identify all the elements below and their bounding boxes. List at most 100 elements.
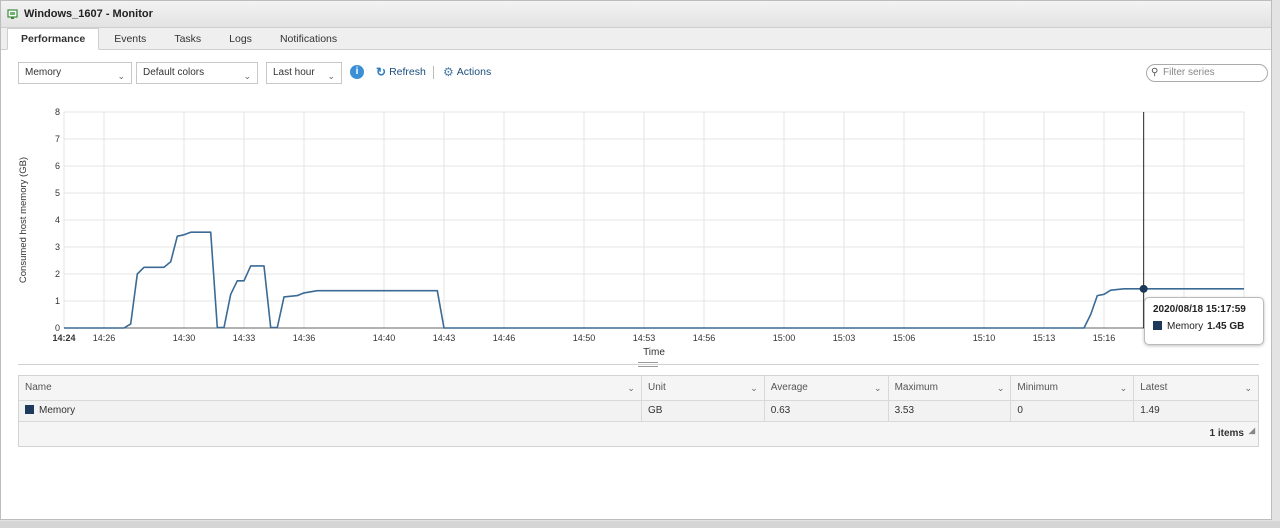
chevron-down-icon: ⌄ [874, 383, 882, 393]
column-header-latest[interactable]: Latest ⌄ [1134, 376, 1258, 400]
refresh-icon: ↻ [376, 65, 387, 80]
actions-label: Actions [456, 66, 492, 78]
tab-logs[interactable]: Logs [216, 29, 265, 49]
column-label: Latest [1140, 382, 1168, 393]
column-label: Unit [647, 382, 666, 393]
x-tick-label: 14:43 [433, 333, 456, 343]
tab-notifications[interactable]: Notifications [267, 29, 350, 49]
x-tick-label: 14:40 [373, 333, 396, 343]
chevron-down-icon: ⌄ [627, 383, 635, 393]
actions-button[interactable]: ⚙ Actions [443, 64, 491, 80]
period-dropdown[interactable]: Last hour ⌄ [266, 62, 342, 84]
chevron-down-icon: ⌄ [117, 71, 125, 81]
x-tick-label: 15:06 [893, 333, 916, 343]
toolbar-separator [433, 66, 434, 79]
chevron-down-icon: ⌄ [1119, 383, 1128, 393]
chevron-down-icon: ⌄ [1244, 383, 1253, 393]
chevron-down-icon: ⌄ [327, 71, 335, 81]
x-tick-label: 14:56 [693, 333, 716, 343]
table-row[interactable]: Memory GB 0.63 3.53 0 1.49 [19, 401, 1258, 422]
metric-dropdown-value: Memory [25, 67, 62, 78]
cell-average: 0.63 [765, 401, 889, 421]
x-tick-label: 15:16 [1093, 333, 1116, 343]
search-icon: ⚲ [1151, 67, 1159, 78]
colors-dropdown[interactable]: Default colors ⌄ [136, 62, 258, 84]
tooltip-row: Memory 1.45 GB [1153, 321, 1255, 332]
x-tick-label: 14:46 [493, 333, 516, 343]
x-tick-label: 14:36 [293, 333, 316, 343]
cell-maximum: 3.53 [889, 401, 1012, 421]
cell-unit: GB [642, 401, 765, 421]
window-title: Windows_1607 - Monitor [24, 8, 153, 20]
series-table: Name ⌄ Unit ⌄ Average ⌄ Maximum ⌄ Minimum ⌄ L… [18, 375, 1259, 447]
y-tick-label: 2 [55, 269, 60, 279]
x-axis-label: Time [643, 347, 665, 358]
resize-grip-icon[interactable]: ◢ [1249, 419, 1255, 443]
y-tick-label: 3 [55, 242, 60, 252]
column-header-maximum[interactable]: Maximum ⌄ [889, 376, 1012, 400]
column-header-unit[interactable]: Unit ⌄ [642, 376, 765, 400]
refresh-label: Refresh [389, 66, 426, 78]
memory-chart: 0 1 2 3 4 5 6 7 8 14:24 14:26 14:30 14:33 14:36 14:40 1… [18, 107, 1255, 358]
tooltip-series: Memory [1167, 321, 1204, 332]
gear-icon: ⚙ [443, 65, 454, 80]
tab-bar: Performance Events Tasks Logs Notificati… [1, 28, 1271, 50]
chevron-down-icon: ⌄ [243, 71, 251, 81]
tab-events[interactable]: Events [101, 29, 159, 49]
x-tick-label: 14:26 [93, 333, 116, 343]
series-swatch [25, 405, 34, 414]
colors-dropdown-value: Default colors [143, 67, 205, 78]
tooltip-value: 1.45 GB [1207, 321, 1245, 332]
chevron-down-icon: ⌄ [750, 383, 758, 393]
metric-dropdown[interactable]: Memory ⌄ [18, 62, 132, 84]
y-tick-label: 7 [55, 134, 60, 144]
tab-performance[interactable]: Performance [7, 28, 100, 50]
series-swatch [1153, 321, 1162, 330]
x-tick-label: 15:03 [833, 333, 856, 343]
info-icon[interactable]: i [350, 65, 364, 79]
x-tick-label: 15:13 [1033, 333, 1056, 343]
tab-tasks[interactable]: Tasks [161, 29, 214, 49]
splitter-grip-icon[interactable] [638, 362, 658, 367]
table-header: Name ⌄ Unit ⌄ Average ⌄ Maximum ⌄ Minimum ⌄ L… [19, 376, 1258, 401]
chart-toolbar: Memory ⌄ Default colors ⌄ Last hour ⌄ i … [18, 62, 1268, 84]
title-bar: Windows_1607 - Monitor [1, 1, 1271, 28]
x-tick-label: 14:30 [173, 333, 196, 343]
item-count: 1 items [1209, 428, 1244, 439]
chevron-down-icon: ⌄ [996, 383, 1005, 393]
filter-series-input[interactable]: ⚲ Filter series [1146, 64, 1268, 82]
x-tick-label: 14:53 [633, 333, 656, 343]
table-footer: 1 items ◢ [19, 422, 1258, 446]
y-tick-label: 5 [55, 188, 60, 198]
vm-icon [7, 8, 19, 20]
bottom-bar [0, 521, 1280, 528]
column-label: Name [25, 382, 52, 393]
y-tick-label: 0 [55, 323, 60, 333]
x-tick-label: 14:33 [233, 333, 256, 343]
x-tick-label: 14:50 [573, 333, 596, 343]
y-tick-label: 1 [55, 296, 60, 306]
tooltip-time: 2020/08/18 15:17:59 [1153, 304, 1246, 315]
y-tick-label: 6 [55, 161, 60, 171]
column-header-average[interactable]: Average ⌄ [765, 376, 889, 400]
column-header-minimum[interactable]: Minimum ⌄ [1011, 376, 1135, 400]
x-tick-label: 14:24 [52, 333, 75, 343]
chart-tooltip: 2020/08/18 15:17:59 Memory 1.45 GB [1144, 297, 1264, 345]
refresh-button[interactable]: ↻ Refresh [376, 64, 426, 80]
period-dropdown-value: Last hour [273, 67, 315, 78]
cell-name-text: Memory [39, 405, 76, 416]
cell-name: Memory [19, 401, 642, 421]
column-header-name[interactable]: Name ⌄ [19, 376, 642, 400]
column-label: Minimum [1017, 382, 1058, 393]
filter-placeholder: Filter series [1163, 67, 1215, 78]
y-tick-label: 4 [55, 215, 60, 225]
x-tick-label: 15:00 [773, 333, 796, 343]
column-label: Average [770, 382, 808, 393]
y-axis-label: Consumed host memory (GB) [18, 157, 29, 283]
hover-point [1139, 284, 1148, 293]
x-tick-label: 15:10 [973, 333, 996, 343]
cell-latest: 1.49 [1140, 405, 1160, 416]
column-label: Maximum [894, 382, 938, 393]
cell-minimum: 0 [1011, 401, 1135, 421]
y-tick-label: 8 [55, 107, 60, 117]
